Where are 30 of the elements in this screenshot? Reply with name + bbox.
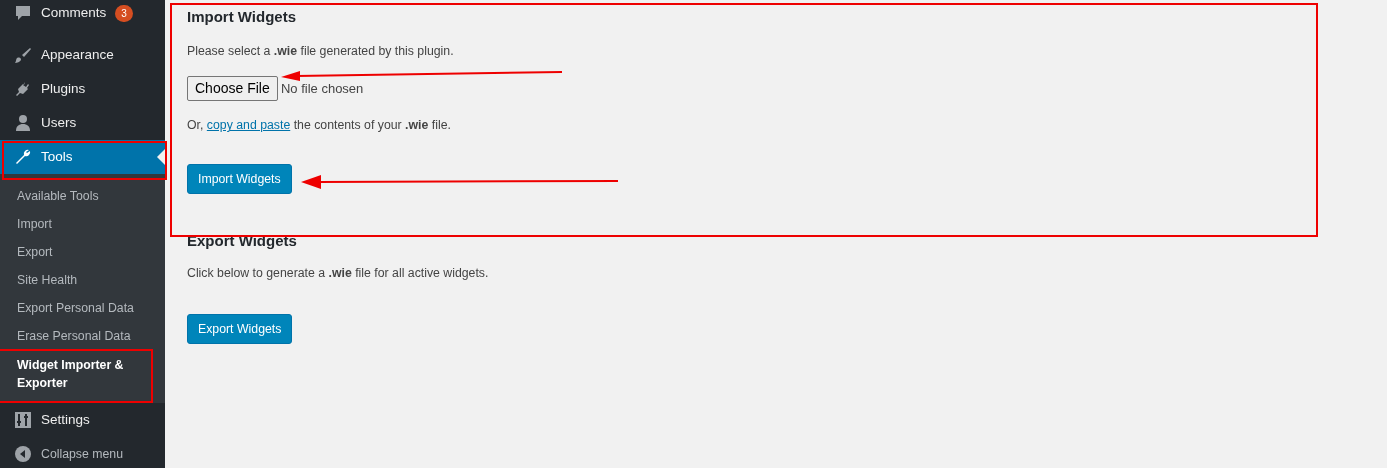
import-widgets-button[interactable]: Import Widgets — [187, 163, 292, 195]
menu-item[interactable]: Appearance — [0, 38, 165, 72]
description-text: Or, copy and paste the contents of your .wie file. — [187, 117, 452, 135]
export-widgets-button[interactable]: Export Widgets — [187, 313, 293, 345]
description-text: Click below to generate a .wie file for all active widgets. — [187, 265, 490, 283]
choose-file-button[interactable]: Choose File — [187, 76, 278, 102]
submenu-item[interactable]: Export — [0, 238, 165, 266]
description-text: Please select a .wie file generated by this plugin. — [187, 43, 455, 60]
collapse-menu-button[interactable]: Collapse menu — [0, 437, 165, 468]
submenu-item[interactable]: Erase Personal Data — [0, 322, 165, 350]
collapse-icon — [14, 445, 32, 463]
comment-icon — [14, 4, 32, 22]
count-badge: 3 — [115, 4, 133, 22]
wrench-icon — [14, 148, 32, 166]
user-icon — [14, 114, 32, 132]
settings-icon — [14, 411, 32, 429]
brush-icon — [14, 46, 32, 64]
menu-item[interactable]: Comments 3 — [0, 0, 165, 30]
menu-item[interactable]: Tools — [0, 140, 165, 174]
menu-item[interactable]: Plugins — [0, 72, 165, 106]
copy-paste-link[interactable]: copy and paste — [206, 118, 291, 133]
section-heading: Import Widgets — [187, 7, 298, 27]
menu-item[interactable]: Settings — [0, 403, 165, 437]
submenu-item[interactable]: Export Personal Data — [0, 294, 165, 322]
submenu-item[interactable]: Import — [0, 210, 165, 238]
submenu-item[interactable]: Available Tools — [0, 182, 165, 210]
menu-item[interactable]: Users — [0, 106, 165, 140]
submenu-item[interactable]: Widget Importer & Exporter — [0, 351, 165, 397]
file-status-text: No file chosen — [280, 80, 364, 99]
submenu-item[interactable]: Site Health — [0, 266, 165, 294]
